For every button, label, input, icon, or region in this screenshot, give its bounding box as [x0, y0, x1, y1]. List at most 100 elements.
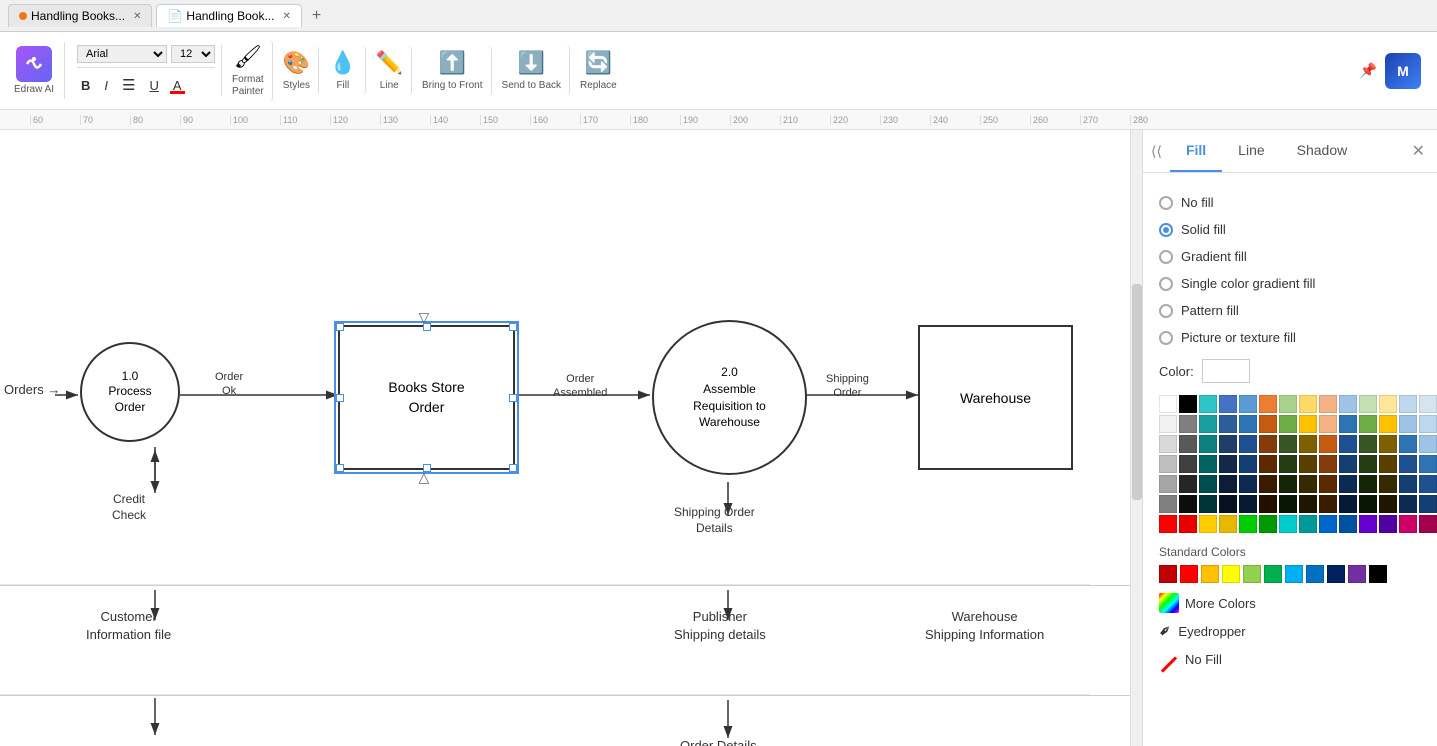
more-colors-row[interactable]: More Colors	[1159, 593, 1421, 613]
font-color-button[interactable]: A	[169, 76, 186, 95]
palette-cell[interactable]	[1379, 455, 1397, 473]
palette-cell[interactable]	[1319, 435, 1337, 453]
palette-cell[interactable]	[1399, 515, 1417, 533]
palette-cell[interactable]	[1299, 495, 1317, 513]
palette-cell[interactable]	[1419, 395, 1437, 413]
replace-section[interactable]: 🔄 Replace	[572, 46, 625, 95]
palette-cell[interactable]	[1179, 475, 1197, 493]
standard-color-cell[interactable]	[1180, 565, 1198, 583]
fill-option-no-fill[interactable]: No fill	[1159, 189, 1421, 216]
warehouse-node[interactable]: Warehouse	[918, 325, 1073, 470]
palette-cell[interactable]	[1339, 515, 1357, 533]
font-size-select[interactable]: 12101416	[171, 45, 215, 63]
fill-option-solid[interactable]: Solid fill	[1159, 216, 1421, 243]
palette-cell[interactable]	[1199, 475, 1217, 493]
palette-cell[interactable]	[1359, 435, 1377, 453]
tab-fill[interactable]: Fill	[1170, 130, 1222, 172]
palette-cell[interactable]	[1399, 415, 1417, 433]
palette-cell[interactable]	[1379, 415, 1397, 433]
palette-cell[interactable]	[1259, 475, 1277, 493]
palette-cell[interactable]	[1239, 495, 1257, 513]
palette-cell[interactable]	[1379, 475, 1397, 493]
standard-color-cell[interactable]	[1306, 565, 1324, 583]
palette-cell[interactable]	[1199, 435, 1217, 453]
palette-cell[interactable]	[1359, 395, 1377, 413]
gradient-fill-radio[interactable]	[1159, 250, 1173, 264]
palette-cell[interactable]	[1399, 395, 1417, 413]
eyedropper-row[interactable]: ✒ Eyedropper	[1159, 621, 1421, 641]
palette-cell[interactable]	[1419, 475, 1437, 493]
single-gradient-radio[interactable]	[1159, 277, 1173, 291]
fill-section[interactable]: 💧 Fill	[321, 46, 365, 95]
tab-line[interactable]: Line	[1222, 130, 1280, 172]
palette-cell[interactable]	[1239, 455, 1257, 473]
bold-button[interactable]: B	[77, 76, 94, 95]
palette-cell[interactable]	[1259, 435, 1277, 453]
palette-cell[interactable]	[1159, 515, 1177, 533]
standard-color-cell[interactable]	[1264, 565, 1282, 583]
palette-cell[interactable]	[1319, 395, 1337, 413]
palette-cell[interactable]	[1339, 495, 1357, 513]
palette-cell[interactable]	[1179, 435, 1197, 453]
palette-cell[interactable]	[1259, 415, 1277, 433]
palette-cell[interactable]	[1279, 415, 1297, 433]
palette-cell[interactable]	[1399, 435, 1417, 453]
palette-cell[interactable]	[1259, 455, 1277, 473]
palette-cell[interactable]	[1219, 515, 1237, 533]
palette-cell[interactable]	[1299, 395, 1317, 413]
solid-fill-radio[interactable]	[1159, 223, 1173, 237]
palette-cell[interactable]	[1379, 515, 1397, 533]
palette-cell[interactable]	[1179, 515, 1197, 533]
palette-cell[interactable]	[1159, 455, 1177, 473]
palette-cell[interactable]	[1319, 455, 1337, 473]
palette-cell[interactable]	[1179, 415, 1197, 433]
palette-cell[interactable]	[1159, 415, 1177, 433]
font-family-select[interactable]: ArialTimes New RomanCalibri	[77, 45, 167, 63]
vertical-scrollbar[interactable]	[1130, 130, 1142, 746]
palette-cell[interactable]	[1359, 455, 1377, 473]
palette-cell[interactable]	[1299, 455, 1317, 473]
palette-cell[interactable]	[1259, 395, 1277, 413]
pattern-fill-radio[interactable]	[1159, 304, 1173, 318]
tab-shadow[interactable]: Shadow	[1281, 130, 1364, 172]
palette-cell[interactable]	[1379, 495, 1397, 513]
format-painter-section[interactable]: 🖌 FormatPainter	[224, 40, 273, 102]
palette-cell[interactable]	[1239, 415, 1257, 433]
palette-cell[interactable]	[1199, 495, 1217, 513]
palette-cell[interactable]	[1279, 395, 1297, 413]
palette-cell[interactable]	[1299, 415, 1317, 433]
standard-color-cell[interactable]	[1222, 565, 1240, 583]
palette-cell[interactable]	[1339, 435, 1357, 453]
palette-cell[interactable]	[1239, 395, 1257, 413]
palette-cell[interactable]	[1319, 415, 1337, 433]
pin-button[interactable]: 📌	[1360, 62, 1377, 79]
palette-cell[interactable]	[1279, 435, 1297, 453]
books-store-node[interactable]: Books StoreOrder ▽ △	[338, 325, 515, 470]
palette-cell[interactable]	[1299, 475, 1317, 493]
tab-1-close[interactable]: ✕	[133, 11, 141, 22]
palette-cell[interactable]	[1319, 495, 1337, 513]
palette-cell[interactable]	[1159, 395, 1177, 413]
no-fill-row[interactable]: No Fill	[1159, 649, 1421, 669]
line-section[interactable]: ✏️ Line	[368, 46, 412, 95]
palette-cell[interactable]	[1219, 455, 1237, 473]
palette-cell[interactable]	[1239, 475, 1257, 493]
palette-cell[interactable]	[1179, 495, 1197, 513]
palette-cell[interactable]	[1399, 475, 1417, 493]
canvas-area[interactable]: Orders → 1.0ProcessOrder OrderOk Books S…	[0, 130, 1142, 746]
palette-cell[interactable]	[1339, 455, 1357, 473]
picture-texture-radio[interactable]	[1159, 331, 1173, 345]
palette-cell[interactable]	[1199, 455, 1217, 473]
palette-cell[interactable]	[1259, 515, 1277, 533]
styles-section[interactable]: 🎨 Styles	[275, 46, 319, 95]
palette-cell[interactable]	[1219, 475, 1237, 493]
palette-cell[interactable]	[1359, 495, 1377, 513]
tab-1[interactable]: Handling Books... ✕	[8, 4, 152, 27]
palette-cell[interactable]	[1199, 515, 1217, 533]
standard-color-cell[interactable]	[1243, 565, 1261, 583]
palette-cell[interactable]	[1339, 395, 1357, 413]
no-fill-radio[interactable]	[1159, 196, 1173, 210]
panel-close-button[interactable]: ✕	[1400, 133, 1437, 169]
palette-cell[interactable]	[1279, 515, 1297, 533]
palette-cell[interactable]	[1239, 515, 1257, 533]
